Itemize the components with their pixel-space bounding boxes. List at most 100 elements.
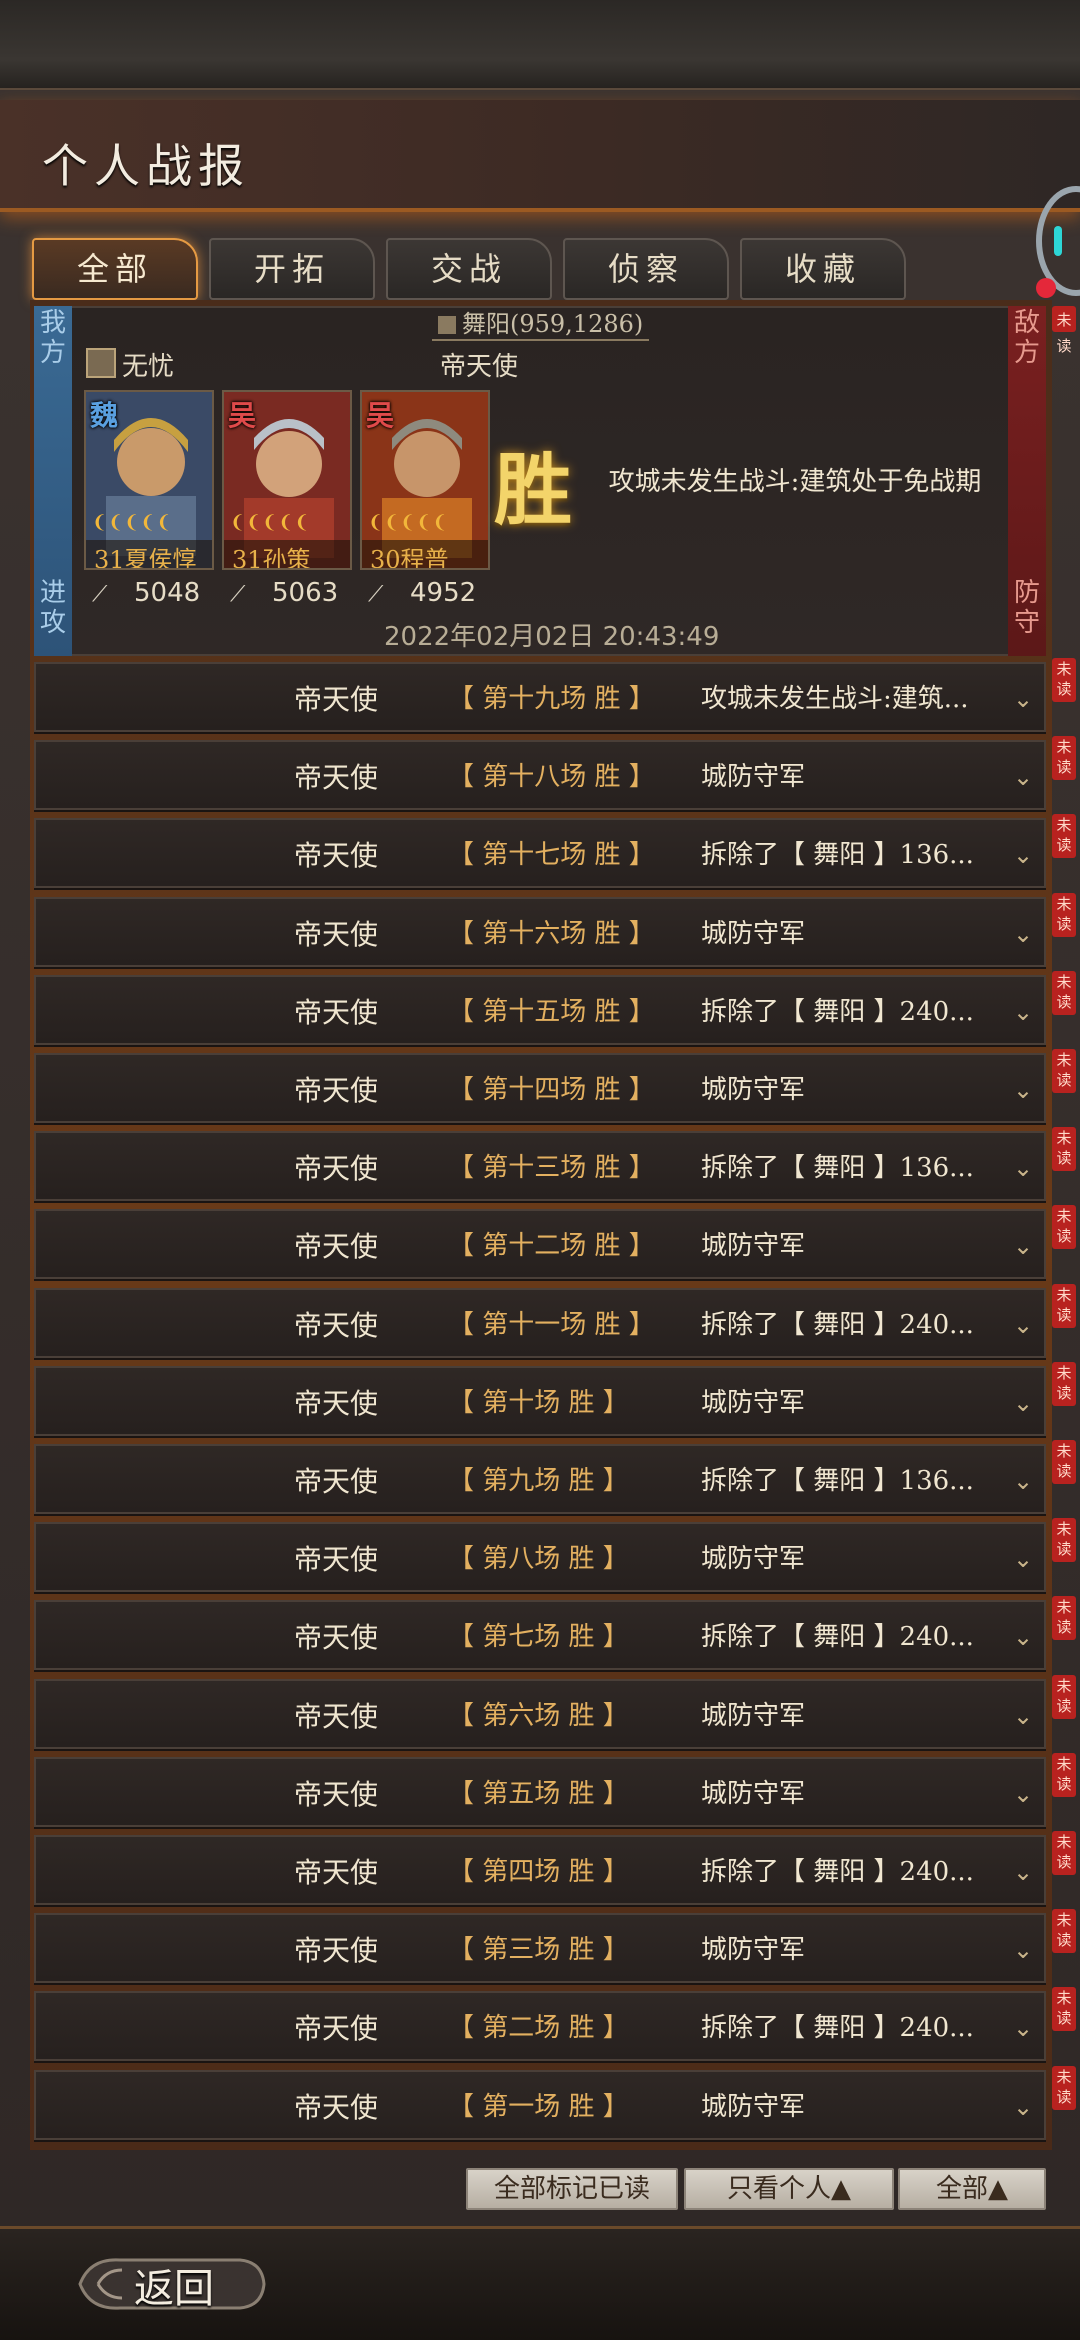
chevron-down-icon[interactable]: ⌄ xyxy=(1010,1233,1036,1259)
row-player-name: 帝天使 xyxy=(294,1934,379,1967)
battle-row[interactable]: 帝天使 【 第十八场 胜 】 城防守军 ⌄ xyxy=(34,740,1046,810)
ring-accent-icon xyxy=(1054,226,1062,256)
battle-row[interactable]: 帝天使 【 第十六场 胜 】 城防守军 ⌄ xyxy=(34,897,1046,967)
troop-icon: ⟋ xyxy=(368,582,384,607)
top-background xyxy=(0,0,1080,100)
hero-stars: ❨❨❨❨❨ xyxy=(92,512,173,533)
hero-faction: 吴 xyxy=(228,399,257,432)
chevron-down-icon[interactable]: ⌄ xyxy=(1010,2015,1036,2041)
chevron-down-icon[interactable]: ⌄ xyxy=(1010,1312,1036,1338)
row-player-name: 帝天使 xyxy=(294,1543,379,1576)
battle-row[interactable]: 帝天使 【 第十场 胜 】 城防守军 ⌄ xyxy=(34,1366,1046,1436)
unread-badge: 未读 xyxy=(1052,1596,1076,1640)
battle-row[interactable]: 帝天使 【 第五场 胜 】 城防守军 ⌄ xyxy=(34,1757,1046,1827)
battle-row[interactable]: 帝天使 【 第十一场 胜 】 拆除了【 舞阳 】240... ⌄ xyxy=(34,1288,1046,1358)
battle-row[interactable]: 帝天使 【 第六场 胜 】 城防守军 ⌄ xyxy=(34,1679,1046,1749)
battle-row[interactable]: 帝天使 【 第十四场 胜 】 城防守军 ⌄ xyxy=(34,1053,1046,1123)
chevron-down-icon[interactable]: ⌄ xyxy=(1010,1155,1036,1181)
hero-level-name: 31夏侯惇 xyxy=(86,540,212,568)
battle-row[interactable]: 帝天使 【 第四场 胜 】 拆除了【 舞阳 】240... ⌄ xyxy=(34,1835,1046,1905)
row-player-name: 帝天使 xyxy=(294,761,379,794)
hero-troop-count: 5048 xyxy=(134,578,201,608)
row-player-name: 帝天使 xyxy=(294,2091,379,2124)
hero-troop-count: 5063 xyxy=(272,578,339,608)
defender-side-text: 敌方 xyxy=(1013,308,1040,368)
chevron-down-icon[interactable]: ⌄ xyxy=(1010,1468,1036,1494)
row-result-text: 拆除了【 舞阳 】240... xyxy=(701,2013,974,2043)
row-result-text: 城防守军 xyxy=(701,2092,806,2122)
unread-badge: 未读 xyxy=(1052,658,1076,702)
row-player-name: 帝天使 xyxy=(294,1856,379,1889)
row-result-text: 城防守军 xyxy=(701,1544,806,1574)
chevron-down-icon[interactable]: ⌄ xyxy=(1010,764,1036,790)
chevron-down-icon[interactable]: ⌄ xyxy=(1010,1859,1036,1885)
back-button-label[interactable]: 返回 xyxy=(134,2256,214,2314)
battle-row[interactable]: 帝天使 【 第九场 胜 】 拆除了【 舞阳 】136... ⌄ xyxy=(34,1444,1046,1514)
row-round-label: 【 第十四场 胜 】 xyxy=(448,1075,655,1105)
row-result-text: 城防守军 xyxy=(701,1388,806,1418)
chevron-down-icon[interactable]: ⌄ xyxy=(1010,1937,1036,1963)
hero-card[interactable]: 魏 ❨❨❨❨❨ 31夏侯惇 xyxy=(84,390,214,570)
unread-badge: 未读 xyxy=(1052,893,1076,937)
alliance-name: 无忧 xyxy=(122,352,175,382)
row-player-name: 帝天使 xyxy=(294,1152,379,1185)
battle-row[interactable]: 帝天使 【 第八场 胜 】 城防守军 ⌄ xyxy=(34,1522,1046,1592)
chevron-down-icon[interactable]: ⌄ xyxy=(1010,1546,1036,1572)
battle-row[interactable]: 帝天使 【 第三场 胜 】 城防守军 ⌄ xyxy=(34,1913,1046,1983)
victory-mark: 胜 xyxy=(494,445,573,536)
chevron-down-icon[interactable]: ⌄ xyxy=(1010,1077,1036,1103)
chevron-down-icon[interactable]: ⌄ xyxy=(1010,1624,1036,1650)
row-round-label: 【 第五场 胜 】 xyxy=(448,1779,629,1809)
battle-row[interactable]: 帝天使 【 第十二场 胜 】 城防守军 ⌄ xyxy=(34,1209,1046,1279)
hero-card[interactable]: 吴 ❨❨❨❨❨ 31孙策 xyxy=(222,390,352,570)
row-round-label: 【 第八场 胜 】 xyxy=(448,1544,629,1574)
row-round-label: 【 第九场 胜 】 xyxy=(448,1466,629,1496)
attacker-side-text: 我方 xyxy=(39,308,66,368)
row-round-label: 【 第四场 胜 】 xyxy=(448,1857,629,1887)
mark-all-read-button[interactable]: 全部标记已读 xyxy=(466,2168,678,2210)
tab-explore[interactable]: 开拓 xyxy=(209,238,375,300)
chevron-down-icon[interactable]: ⌄ xyxy=(1010,1390,1036,1416)
tab-combat[interactable]: 交战 xyxy=(386,238,552,300)
alliance-emblem-icon xyxy=(86,348,116,378)
chevron-down-icon[interactable]: ⌄ xyxy=(1010,1703,1036,1729)
chevron-down-icon[interactable]: ⌄ xyxy=(1010,1781,1036,1807)
battle-row[interactable]: 帝天使 【 第十五场 胜 】 拆除了【 舞阳 】240... ⌄ xyxy=(34,975,1046,1045)
chevron-down-icon[interactable]: ⌄ xyxy=(1010,999,1036,1025)
row-result-text: 拆除了【 舞阳 】240... xyxy=(701,1857,974,1887)
row-result-text: 城防守军 xyxy=(701,1779,806,1809)
attacker-role-text: 进攻 xyxy=(39,578,66,638)
battle-row[interactable]: 帝天使 【 第一场 胜 】 城防守军 ⌄ xyxy=(34,2070,1046,2140)
hero-card[interactable]: 吴 ❨❨❨❨❨ 30程普 xyxy=(360,390,490,570)
battle-row[interactable]: 帝天使 【 第十九场 胜 】 攻城未发生战斗:建筑... ⌄ xyxy=(34,662,1046,732)
battle-location[interactable]: 舞阳(959,1286) xyxy=(432,304,650,341)
row-round-label: 【 第十八场 胜 】 xyxy=(448,762,655,792)
battle-row[interactable]: 帝天使 【 第十七场 胜 】 拆除了【 舞阳 】136... ⌄ xyxy=(34,818,1046,888)
row-player-name: 帝天使 xyxy=(294,1309,379,1342)
battle-row[interactable]: 帝天使 【 第二场 胜 】 拆除了【 舞阳 】240... ⌄ xyxy=(34,1991,1046,2061)
row-player-name: 帝天使 xyxy=(294,996,379,1029)
row-round-label: 【 第十一场 胜 】 xyxy=(448,1310,655,1340)
tab-all[interactable]: 全部 xyxy=(32,238,198,300)
chevron-down-icon[interactable]: ⌄ xyxy=(1010,2094,1036,2120)
chevron-down-icon[interactable]: ⌄ xyxy=(1010,921,1036,947)
row-result-text: 城防守军 xyxy=(701,1075,806,1105)
row-round-label: 【 第十二场 胜 】 xyxy=(448,1231,655,1261)
battle-row[interactable]: 帝天使 【 第十三场 胜 】 拆除了【 舞阳 】136... ⌄ xyxy=(34,1131,1046,1201)
tab-favorites[interactable]: 收藏 xyxy=(740,238,906,300)
row-player-name: 帝天使 xyxy=(294,1621,379,1654)
chevron-down-icon[interactable]: ⌄ xyxy=(1010,842,1036,868)
unread-badge: 未读 xyxy=(1052,1284,1076,1328)
chevron-down-icon[interactable]: ⌄ xyxy=(1010,686,1036,712)
row-round-label: 【 第六场 胜 】 xyxy=(448,1701,629,1731)
location-text: 舞阳(959,1286) xyxy=(462,310,644,338)
row-result-text: 拆除了【 舞阳 】136... xyxy=(701,840,974,870)
hero-faction: 吴 xyxy=(366,399,395,432)
tab-scout[interactable]: 侦察 xyxy=(563,238,729,300)
all-filter-button[interactable]: 全部▲ xyxy=(898,2168,1046,2210)
row-result-text: 拆除了【 舞阳 】240... xyxy=(701,1622,974,1652)
row-round-label: 【 第十六场 胜 】 xyxy=(448,919,655,949)
battle-row[interactable]: 帝天使 【 第七场 胜 】 拆除了【 舞阳 】240... ⌄ xyxy=(34,1600,1046,1670)
only-personal-filter-button[interactable]: 只看个人▲ xyxy=(684,2168,894,2210)
unread-badge: 未读 xyxy=(1052,971,1076,1015)
